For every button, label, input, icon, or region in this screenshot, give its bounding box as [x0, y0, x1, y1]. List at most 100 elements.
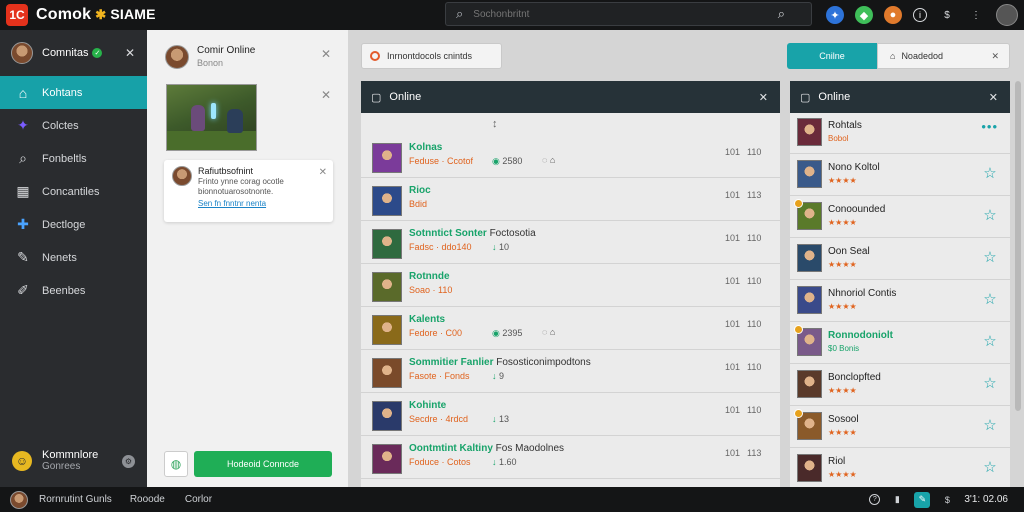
- toggle-online[interactable]: Cnilne: [787, 43, 877, 69]
- game-name[interactable]: Kohinte: [409, 400, 446, 411]
- friend-avatar[interactable]: [797, 118, 822, 146]
- message-card[interactable]: Rafiutbsofnint Frinto ynne corag ocotle …: [164, 160, 333, 222]
- close-icon[interactable]: ✕: [321, 88, 331, 102]
- close-icon[interactable]: ✕: [759, 91, 768, 104]
- sidebar-item-games[interactable]: ✦ Colctes: [0, 109, 147, 142]
- favorite-icon[interactable]: ☆: [982, 249, 998, 266]
- friend-avatar[interactable]: [797, 160, 822, 188]
- dots-icon[interactable]: ⋮: [967, 6, 985, 24]
- friend-name[interactable]: Oon Seal: [828, 246, 870, 257]
- card-link[interactable]: Sen fn fnntnr nenta: [198, 197, 325, 211]
- close-icon[interactable]: ✕: [125, 46, 135, 60]
- game-thumbnail[interactable]: [372, 315, 402, 345]
- search-bar[interactable]: ⌕ ⌕: [445, 2, 812, 26]
- edit-icon[interactable]: ✎: [914, 491, 931, 508]
- sort-icon[interactable]: ↕: [492, 118, 498, 130]
- game-screenshot[interactable]: [166, 84, 257, 151]
- help-icon[interactable]: ?: [869, 494, 881, 505]
- game-row[interactable]: Kohinte Secdre · 4rdcd ↓ 13 101 110: [361, 393, 780, 436]
- favorite-icon[interactable]: ☆: [982, 207, 998, 224]
- friend-row[interactable]: Conoounded ★★★★ ☆: [790, 197, 1010, 238]
- game-row[interactable]: Sommitier Fanlier Fososticonimpodtons Fas…: [361, 350, 780, 393]
- friend-row[interactable]: Ronnodoniolt $0 Bonis ☆: [790, 323, 1010, 364]
- scrollbar-thumb[interactable]: [1015, 81, 1021, 411]
- game-row[interactable]: Rioc Bdid 101 113: [361, 178, 780, 221]
- game-thumbnail[interactable]: [372, 401, 402, 431]
- friend-avatar[interactable]: [797, 370, 822, 398]
- friend-name[interactable]: Nono Koltol: [828, 162, 880, 173]
- sidebar-user[interactable]: Comnitas ✓ ✕: [0, 30, 147, 76]
- sidebar-item-home[interactable]: ⌂ Kohtans: [0, 76, 153, 109]
- favorite-icon[interactable]: ☆: [982, 459, 998, 476]
- friend-row[interactable]: Riol ★★★★ ☆: [790, 449, 1010, 487]
- game-thumbnail[interactable]: [372, 272, 402, 302]
- friend-row[interactable]: Oon Seal ★★★★ ☆: [790, 239, 1010, 280]
- close-icon[interactable]: ✕: [319, 167, 327, 178]
- leaf-icon[interactable]: ◍: [164, 451, 188, 477]
- game-thumbnail[interactable]: [372, 186, 402, 216]
- toggle-dropdown[interactable]: ⌂ Noadedod ✕: [877, 43, 1010, 69]
- friend-name[interactable]: Sosool: [828, 414, 859, 425]
- friend-name[interactable]: Conoounded: [828, 204, 885, 215]
- friend-row[interactable]: Sosool ★★★★ ☆: [790, 407, 1010, 448]
- friend-row[interactable]: Nono Koltol ★★★★ ☆: [790, 155, 1010, 196]
- favorite-icon[interactable]: ☆: [982, 417, 998, 434]
- game-name[interactable]: Kolnas: [409, 142, 442, 153]
- search-input[interactable]: [473, 8, 754, 20]
- bottom-avatar[interactable]: [10, 490, 28, 509]
- game-row[interactable]: Oontmtint Kaltiny Fos Maodolnes Foduce · …: [361, 436, 780, 479]
- favorite-icon[interactable]: ☆: [982, 165, 998, 182]
- signal-icon[interactable]: ▮: [890, 493, 904, 507]
- game-row[interactable]: Kolnas Feduse · Ccotof ◉ 2580 ◌ ⌂ 101 110: [361, 135, 780, 178]
- bottom-label[interactable]: Rornrutint Gunls: [39, 494, 112, 505]
- search-submit-icon[interactable]: ⌕: [778, 6, 785, 22]
- game-name[interactable]: Rioc: [409, 185, 431, 196]
- friend-avatar[interactable]: [797, 454, 822, 482]
- sidebar-item-brushes[interactable]: ✐ Beenbes: [0, 274, 147, 307]
- puzzle-icon[interactable]: ✦: [826, 6, 844, 24]
- chat-header[interactable]: Comir Online Bonon: [165, 44, 255, 70]
- scrollbar[interactable]: [1015, 81, 1021, 411]
- bottom-label[interactable]: Rooode: [130, 494, 165, 505]
- sidebar-item-puzzle[interactable]: ✚ Dectloge: [0, 208, 147, 241]
- sidebar-footer[interactable]: ☺ Kommnlore Gonrees ⚙: [0, 435, 147, 487]
- friend-avatar[interactable]: [797, 286, 822, 314]
- profile-avatar[interactable]: [996, 4, 1018, 26]
- game-name[interactable]: Oontmtint Kaltiny Fos Maodolnes: [409, 443, 564, 454]
- bottom-label[interactable]: Corlor: [185, 494, 212, 505]
- favorite-icon[interactable]: ☆: [982, 333, 998, 350]
- game-row[interactable]: Rotnnde Soao · 110 101 110: [361, 264, 780, 307]
- shield-icon[interactable]: ◆: [855, 6, 873, 24]
- favorite-icon[interactable]: ☆: [982, 375, 998, 392]
- friend-name[interactable]: Nhnoriol Contis: [828, 288, 896, 299]
- dollar-icon[interactable]: $: [940, 493, 954, 507]
- dollar-icon[interactable]: $: [938, 6, 956, 24]
- close-icon[interactable]: ✕: [321, 47, 331, 61]
- close-icon[interactable]: ✕: [989, 91, 998, 104]
- favorite-icon[interactable]: ☆: [982, 291, 998, 308]
- notification-icon[interactable]: ●: [884, 6, 902, 24]
- sidebar-item-grid[interactable]: ▦ Concantiles: [0, 175, 147, 208]
- friend-name[interactable]: Riol: [828, 456, 845, 467]
- game-thumbnail[interactable]: [372, 229, 402, 259]
- info-icon[interactable]: i: [913, 8, 927, 22]
- sidebar-item-search[interactable]: ⌕ Fonbeltls: [0, 142, 147, 175]
- friend-name[interactable]: Bonclopfted: [828, 372, 881, 383]
- game-row[interactable]: Sotnntict Sonter Foctosotia Fadsc · ddo14…: [361, 221, 780, 264]
- game-thumbnail[interactable]: [372, 358, 402, 388]
- settings-icon[interactable]: ⚙: [122, 454, 135, 468]
- friend-row[interactable]: Rohtals Bobol •••: [790, 113, 1010, 154]
- game-name[interactable]: Kalents: [409, 314, 445, 325]
- friend-name[interactable]: Ronnodoniolt: [828, 330, 893, 341]
- friend-avatar[interactable]: [797, 244, 822, 272]
- game-thumbnail[interactable]: [372, 143, 402, 173]
- game-name[interactable]: Rotnnde: [409, 271, 450, 282]
- game-name[interactable]: Sommitier Fanlier Fososticonimpodtons: [409, 357, 591, 368]
- game-row[interactable]: Kalents Fedore · C00 ◉ 2395 ◌ ⌂ 101 110: [361, 307, 780, 350]
- friend-row[interactable]: Bonclopfted ★★★★ ☆: [790, 365, 1010, 406]
- more-icon[interactable]: •••: [981, 119, 998, 134]
- filter-chip[interactable]: Inrnontdocols cnintds: [361, 43, 502, 69]
- friend-row[interactable]: Nhnoriol Contis ★★★★ ☆: [790, 281, 1010, 322]
- app-logo[interactable]: 1C: [6, 4, 28, 26]
- game-name[interactable]: Sotnntict Sonter Foctosotia: [409, 228, 536, 239]
